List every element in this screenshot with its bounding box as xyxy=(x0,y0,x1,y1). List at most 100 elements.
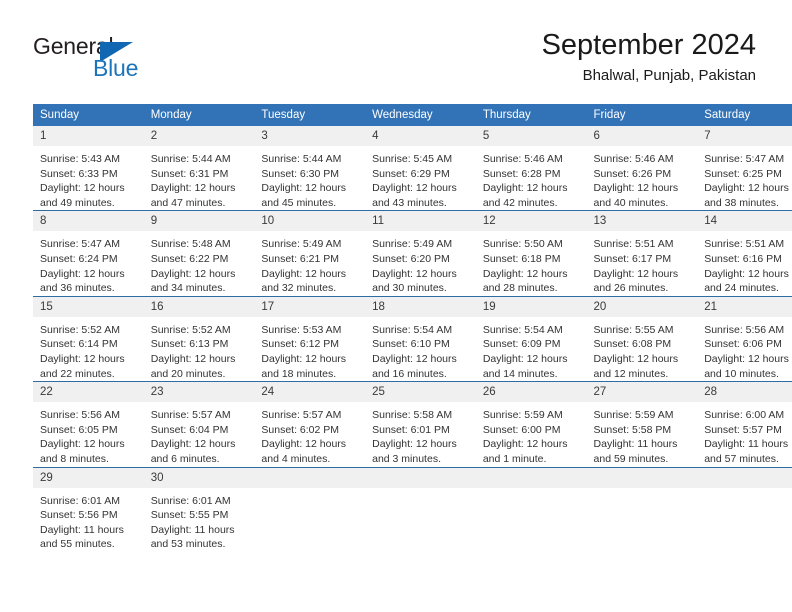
sunrise-text: Sunrise: 6:00 AM xyxy=(704,409,785,422)
day-cell[interactable]: 13 Sunrise: 5:51 AM Sunset: 6:17 PM Dayl… xyxy=(586,210,698,297)
sunrise-text: Sunrise: 5:52 AM xyxy=(150,323,231,336)
sunrise-text: Sunrise: 5:43 AM xyxy=(40,153,120,165)
day-cell[interactable]: 29 Sunrise: 6:01 AM Sunset: 5:56 PM Dayl… xyxy=(33,466,144,552)
day-cell[interactable]: 5 Sunrise: 5:46 AM Sunset: 6:28 PM Dayli… xyxy=(475,126,587,211)
day-number: 22 xyxy=(33,382,144,403)
day-cell[interactable]: 2 Sunrise: 5:44 AM Sunset: 6:31 PM Dayli… xyxy=(143,126,255,211)
day-cell[interactable]: 3 Sunrise: 5:44 AM Sunset: 6:30 PM Dayli… xyxy=(254,126,366,211)
weekday-header-row: Sunday Monday Tuesday Wednesday Thursday… xyxy=(33,104,792,126)
calendar-body: 1 Sunrise: 5:43 AM Sunset: 6:33 PM Dayli… xyxy=(33,126,792,552)
day-cell[interactable]: 4 Sunrise: 5:45 AM Sunset: 6:29 PM Dayli… xyxy=(365,126,476,211)
daylight-text: Daylight: 11 hours and 55 minutes. xyxy=(40,523,124,551)
day-cell[interactable]: 11 Sunrise: 5:49 AM Sunset: 6:20 PM Dayl… xyxy=(365,210,476,297)
day-cell[interactable]: 12 Sunrise: 5:50 AM Sunset: 6:18 PM Dayl… xyxy=(475,210,587,297)
day-info: Sunrise: 5:44 AM Sunset: 6:31 PM Dayligh… xyxy=(144,146,255,210)
day-cell[interactable]: 7 Sunrise: 5:47 AM Sunset: 6:25 PM Dayli… xyxy=(697,126,792,211)
sunrise-text: Sunrise: 5:47 AM xyxy=(704,153,785,165)
sunset-text: Sunset: 6:16 PM xyxy=(704,252,782,265)
sunset-text: Sunset: 6:12 PM xyxy=(261,338,340,351)
sunrise-text: Sunrise: 5:53 AM xyxy=(261,323,342,336)
day-number xyxy=(586,467,698,488)
daylight-text: Daylight: 12 hours and 24 minutes. xyxy=(704,267,789,295)
sunrise-text: Sunrise: 5:51 AM xyxy=(704,238,785,251)
daylight-text: Daylight: 12 hours and 1 minute. xyxy=(482,438,568,465)
day-number: 28 xyxy=(697,382,792,403)
sunrise-text: Sunrise: 5:52 AM xyxy=(40,323,120,336)
day-info: Sunrise: 5:47 AM Sunset: 6:24 PM Dayligh… xyxy=(33,231,144,295)
week-row: 15 Sunrise: 5:52 AM Sunset: 6:14 PM Dayl… xyxy=(33,295,792,382)
sunset-text: Sunset: 6:31 PM xyxy=(150,167,229,180)
day-cell[interactable]: 22 Sunrise: 5:56 AM Sunset: 6:05 PM Dayl… xyxy=(33,381,144,467)
sunset-text: Sunset: 6:28 PM xyxy=(482,167,561,180)
weekday-header-saturday: Saturday xyxy=(697,104,792,126)
daylight-text: Daylight: 12 hours and 43 minutes. xyxy=(372,182,457,209)
day-cell[interactable]: 16 Sunrise: 5:52 AM Sunset: 6:13 PM Dayl… xyxy=(143,295,255,382)
weekday-header-wednesday: Wednesday xyxy=(365,104,476,126)
sunset-text: Sunset: 6:14 PM xyxy=(40,338,118,351)
day-info: Sunrise: 5:49 AM Sunset: 6:20 PM Dayligh… xyxy=(365,231,476,295)
day-cell[interactable]: 15 Sunrise: 5:52 AM Sunset: 6:14 PM Dayl… xyxy=(33,295,144,382)
day-number: 13 xyxy=(586,211,698,232)
day-cell-empty xyxy=(697,466,792,552)
day-number: 8 xyxy=(33,211,144,232)
day-number: 27 xyxy=(586,382,698,403)
day-number xyxy=(365,467,476,488)
sunrise-text: Sunrise: 5:49 AM xyxy=(372,238,453,251)
sunset-text: Sunset: 6:00 PM xyxy=(482,423,561,436)
daylight-text: Daylight: 12 hours and 6 minutes. xyxy=(150,438,236,465)
day-cell[interactable]: 25 Sunrise: 5:58 AM Sunset: 6:01 PM Dayl… xyxy=(365,381,476,467)
sunset-text: Sunset: 6:02 PM xyxy=(261,423,340,436)
sunrise-text: Sunrise: 5:47 AM xyxy=(40,238,120,251)
day-cell[interactable]: 1 Sunrise: 5:43 AM Sunset: 6:33 PM Dayli… xyxy=(33,126,144,211)
sunset-text: Sunset: 6:13 PM xyxy=(150,338,229,351)
daylight-text: Daylight: 12 hours and 28 minutes. xyxy=(482,267,568,295)
day-cell[interactable]: 28 Sunrise: 6:00 AM Sunset: 5:57 PM Dayl… xyxy=(697,381,792,467)
day-cell[interactable]: 18 Sunrise: 5:54 AM Sunset: 6:10 PM Dayl… xyxy=(365,295,476,382)
weekday-header-monday: Monday xyxy=(143,104,255,126)
day-cell[interactable]: 14 Sunrise: 5:51 AM Sunset: 6:16 PM Dayl… xyxy=(697,210,792,297)
week-row: 29 Sunrise: 6:01 AM Sunset: 5:56 PM Dayl… xyxy=(33,466,792,552)
day-number: 29 xyxy=(33,467,144,488)
daylight-text: Daylight: 12 hours and 4 minutes. xyxy=(261,438,347,465)
day-cell[interactable]: 19 Sunrise: 5:54 AM Sunset: 6:09 PM Dayl… xyxy=(475,295,587,382)
sunset-text: Sunset: 6:06 PM xyxy=(704,338,782,351)
sunset-text: Sunset: 6:05 PM xyxy=(40,423,118,436)
day-info: Sunrise: 6:00 AM Sunset: 5:57 PM Dayligh… xyxy=(697,402,792,466)
day-cell[interactable]: 27 Sunrise: 5:59 AM Sunset: 5:58 PM Dayl… xyxy=(586,381,698,467)
day-cell-empty xyxy=(475,466,587,552)
daylight-text: Daylight: 12 hours and 45 minutes. xyxy=(261,182,347,209)
daylight-text: Daylight: 12 hours and 30 minutes. xyxy=(372,267,457,295)
day-cell[interactable]: 30 Sunrise: 6:01 AM Sunset: 5:55 PM Dayl… xyxy=(143,466,255,552)
day-cell[interactable]: 17 Sunrise: 5:53 AM Sunset: 6:12 PM Dayl… xyxy=(254,295,366,382)
day-info: Sunrise: 5:57 AM Sunset: 6:02 PM Dayligh… xyxy=(254,402,365,466)
sunrise-text: Sunrise: 5:54 AM xyxy=(372,323,453,336)
daylight-text: Daylight: 12 hours and 14 minutes. xyxy=(482,352,568,380)
day-cell[interactable]: 26 Sunrise: 5:59 AM Sunset: 6:00 PM Dayl… xyxy=(475,381,587,467)
day-number: 23 xyxy=(143,382,255,403)
daylight-text: Daylight: 12 hours and 36 minutes. xyxy=(40,267,125,295)
day-info: Sunrise: 5:59 AM Sunset: 5:58 PM Dayligh… xyxy=(587,402,698,466)
day-cell[interactable]: 10 Sunrise: 5:49 AM Sunset: 6:21 PM Dayl… xyxy=(254,210,366,297)
day-number: 1 xyxy=(33,126,144,146)
daylight-text: Daylight: 12 hours and 16 minutes. xyxy=(372,352,457,380)
day-cell[interactable]: 6 Sunrise: 5:46 AM Sunset: 6:26 PM Dayli… xyxy=(586,126,698,211)
sunset-text: Sunset: 6:04 PM xyxy=(150,423,229,436)
day-cell[interactable]: 21 Sunrise: 5:56 AM Sunset: 6:06 PM Dayl… xyxy=(697,295,792,382)
day-info: Sunrise: 5:44 AM Sunset: 6:30 PM Dayligh… xyxy=(254,146,365,210)
day-info: Sunrise: 5:54 AM Sunset: 6:09 PM Dayligh… xyxy=(476,317,587,381)
sunset-text: Sunset: 6:26 PM xyxy=(593,167,672,180)
day-info: Sunrise: 5:52 AM Sunset: 6:14 PM Dayligh… xyxy=(33,317,144,381)
day-cell[interactable]: 23 Sunrise: 5:57 AM Sunset: 6:04 PM Dayl… xyxy=(143,381,255,467)
day-info: Sunrise: 5:50 AM Sunset: 6:18 PM Dayligh… xyxy=(476,231,587,295)
day-cell[interactable]: 20 Sunrise: 5:55 AM Sunset: 6:08 PM Dayl… xyxy=(586,295,698,382)
day-cell[interactable]: 24 Sunrise: 5:57 AM Sunset: 6:02 PM Dayl… xyxy=(254,381,366,467)
day-number: 24 xyxy=(254,382,366,403)
sunset-text: Sunset: 6:09 PM xyxy=(482,338,561,351)
sunrise-text: Sunrise: 5:44 AM xyxy=(150,153,231,165)
sunset-text: Sunset: 5:55 PM xyxy=(150,509,229,522)
day-cell[interactable]: 9 Sunrise: 5:48 AM Sunset: 6:22 PM Dayli… xyxy=(143,210,255,297)
daylight-text: Daylight: 11 hours and 57 minutes. xyxy=(704,438,789,465)
sunrise-text: Sunrise: 6:01 AM xyxy=(150,494,231,507)
day-cell[interactable]: 8 Sunrise: 5:47 AM Sunset: 6:24 PM Dayli… xyxy=(33,210,144,297)
daylight-text: Daylight: 12 hours and 49 minutes. xyxy=(40,182,125,209)
